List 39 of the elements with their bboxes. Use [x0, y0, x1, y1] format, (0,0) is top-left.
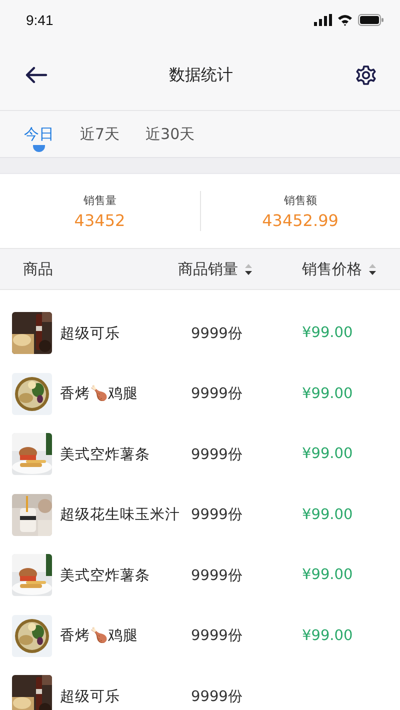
product-name: 超级可乐 — [60, 324, 121, 343]
sales-price: ¥99.00 — [302, 325, 353, 342]
stat-label: 销售量 — [83, 192, 116, 208]
product-name: 超级花生味玉米汁 — [60, 506, 181, 524]
signal-icon — [314, 14, 332, 26]
sales-quantity: 9999份 — [191, 506, 244, 524]
product-name: 超级可乐 — [60, 688, 121, 706]
sort-icon[interactable] — [368, 262, 377, 276]
wifi-icon — [337, 14, 353, 26]
sales-quantity: 9999份 — [191, 324, 244, 343]
period-tab[interactable]: 今日 — [24, 116, 54, 152]
sales-quantity: 9999份 — [191, 385, 244, 404]
column-header[interactable]: 商品销量 — [178, 260, 238, 278]
stat-value: 43452 — [74, 210, 126, 230]
sales-price: ¥99.00 — [302, 628, 353, 644]
sales-price: ¥99.00 — [302, 506, 353, 523]
column-header: 商品 — [23, 260, 53, 278]
sales-quantity: 9999份 — [191, 566, 244, 585]
page-title: 数据统计 — [169, 64, 233, 86]
sales-quantity: 9999份 — [191, 446, 244, 464]
sales-price: ¥99.00 — [302, 386, 353, 402]
column-header[interactable]: 销售价格 — [302, 260, 362, 278]
sales-price: ¥99.00 — [302, 446, 353, 462]
period-tab[interactable]: 近30天 — [146, 116, 195, 152]
sort-icon[interactable] — [244, 262, 253, 276]
product-name: 香烤🍗鸡腿 — [60, 626, 139, 646]
sales-quantity: 9999份 — [191, 627, 244, 646]
period-tab[interactable]: 近7天 — [80, 116, 120, 152]
battery-icon — [358, 14, 384, 26]
settings-icon[interactable] — [354, 63, 378, 87]
product-name: 美式空炸薯条 — [60, 446, 151, 464]
product-name: 美式空炸薯条 — [60, 566, 151, 585]
sales-quantity: 9999份 — [191, 688, 244, 706]
back-arrow-icon[interactable] — [24, 66, 48, 84]
stat-label: 销售额 — [284, 192, 317, 208]
stat-value: 43452.99 — [262, 210, 338, 230]
product-name: 香烤🍗鸡腿 — [60, 384, 139, 404]
sales-price: ¥99.00 — [302, 567, 353, 584]
status-time: 9:41 — [26, 12, 54, 28]
